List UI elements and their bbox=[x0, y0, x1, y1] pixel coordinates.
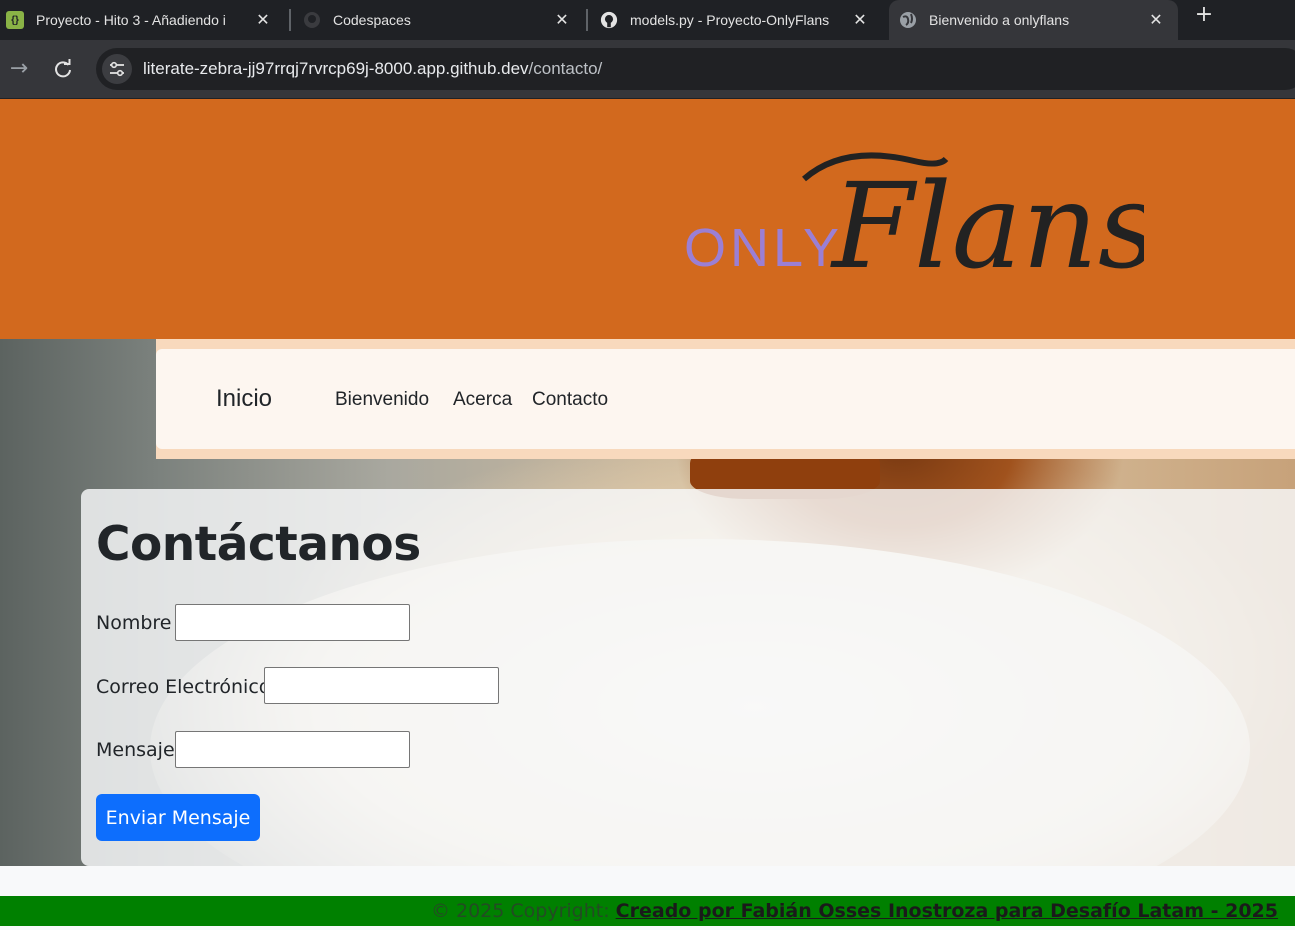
tab-divider bbox=[289, 9, 291, 31]
message-input[interactable] bbox=[175, 731, 410, 768]
message-label: Mensaje bbox=[96, 739, 175, 761]
tab-title: Codespaces bbox=[333, 12, 411, 28]
name-input[interactable] bbox=[175, 604, 410, 641]
site-footer: © 2025 Copyright: Creado por Fabián Osse… bbox=[0, 896, 1295, 926]
tab-title: models.py - Proyecto-OnlyFlans bbox=[630, 12, 830, 28]
brackets-app-icon: {} bbox=[6, 11, 24, 29]
url-path: /contacto/ bbox=[528, 59, 603, 78]
close-icon[interactable]: ✕ bbox=[253, 10, 273, 30]
url-host: literate-zebra-jj97rrqj7rvrcp69j-8000.ap… bbox=[143, 59, 529, 78]
github-icon bbox=[303, 11, 321, 29]
browser-tab[interactable]: {} Proyecto - Hito 3 - Añadiendo i ✕ bbox=[0, 0, 285, 40]
forward-arrow-icon[interactable]: → bbox=[6, 56, 32, 82]
close-icon[interactable]: ✕ bbox=[1146, 10, 1166, 30]
nav-link-acerca[interactable]: Acerca bbox=[453, 389, 512, 411]
email-label: Correo Electrónico bbox=[96, 676, 271, 698]
tab-divider bbox=[586, 9, 588, 31]
page-viewport: ONLY Flans Inicio Bienvenido Acerca Cont… bbox=[0, 99, 1295, 930]
browser-tab[interactable]: models.py - Proyecto-OnlyFlans ✕ bbox=[594, 0, 882, 40]
close-icon[interactable]: ✕ bbox=[552, 10, 572, 30]
copyright-text: © 2025 Copyright: bbox=[430, 900, 610, 922]
main-navbar: Inicio Bienvenido Acerca Contacto bbox=[156, 349, 1295, 449]
site-settings-icon[interactable] bbox=[102, 54, 132, 84]
close-icon[interactable]: ✕ bbox=[850, 10, 870, 30]
tab-title: Proyecto - Hito 3 - Añadiendo i bbox=[36, 12, 226, 28]
address-bar[interactable]: literate-zebra-jj97rrqj7rvrcp69j-8000.ap… bbox=[96, 48, 1295, 90]
reload-icon[interactable] bbox=[50, 56, 76, 82]
name-label: Nombre bbox=[96, 612, 172, 634]
browser-tab[interactable]: Codespaces ✕ bbox=[297, 0, 584, 40]
url-text[interactable]: literate-zebra-jj97rrqj7rvrcp69j-8000.ap… bbox=[143, 59, 602, 79]
new-tab-button[interactable]: + bbox=[1192, 4, 1216, 28]
credit-link[interactable]: Creado por Fabián Osses Inostroza para D… bbox=[616, 900, 1278, 922]
globe-icon bbox=[899, 11, 917, 29]
nav-link-bienvenido[interactable]: Bienvenido bbox=[335, 389, 429, 411]
svg-text:Flans: Flans bbox=[830, 157, 1144, 289]
site-header: ONLY Flans bbox=[0, 99, 1295, 339]
browser-tab-active[interactable]: Bienvenido a onlyflans ✕ bbox=[889, 0, 1178, 40]
browser-toolbar: → literate-zebra-jj97rrqj7rvrcp69j-8000.… bbox=[0, 40, 1295, 99]
contact-card: Contáctanos Nombre Correo Electrónico Me… bbox=[81, 489, 1295, 866]
nav-link-contacto[interactable]: Contacto bbox=[532, 389, 608, 411]
email-input[interactable] bbox=[264, 667, 499, 704]
page-title: Contáctanos bbox=[96, 517, 421, 572]
onlyflans-logo: ONLY Flans bbox=[684, 152, 1144, 289]
tab-title: Bienvenido a onlyflans bbox=[929, 12, 1070, 28]
github-icon bbox=[600, 11, 618, 29]
svg-text:ONLY: ONLY bbox=[684, 218, 843, 278]
navbar-brand-inicio[interactable]: Inicio bbox=[216, 385, 272, 413]
browser-tab-strip: {} Proyecto - Hito 3 - Añadiendo i ✕ Cod… bbox=[0, 0, 1295, 40]
footer-text: © 2025 Copyright: Creado por Fabián Osse… bbox=[431, 900, 1278, 922]
send-message-button[interactable]: Enviar Mensaje bbox=[96, 794, 260, 841]
